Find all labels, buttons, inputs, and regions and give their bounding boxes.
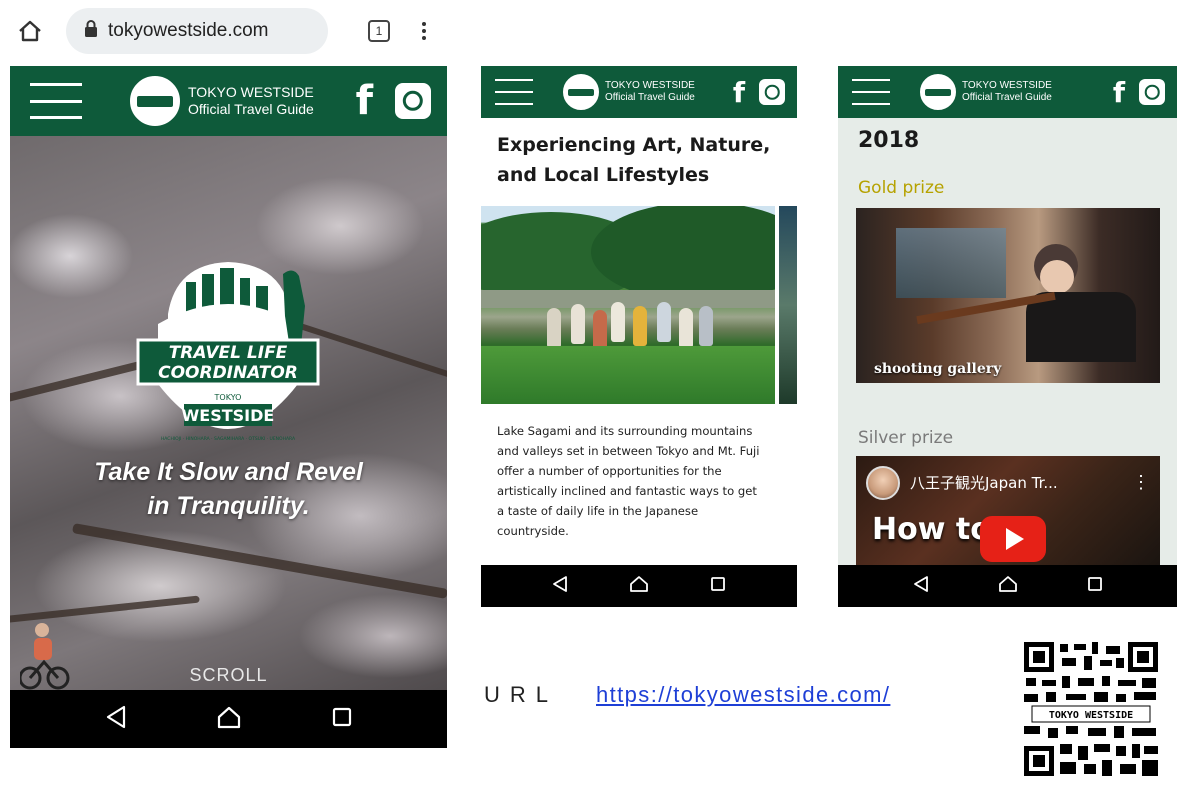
site-brand[interactable]: TOKYO WESTSIDE Official Travel Guide (563, 74, 695, 110)
site-url-link[interactable]: https://tokyowestside.com/ (596, 682, 890, 708)
gold-prize-caption: shooting gallery (874, 361, 1002, 377)
back-triangle-icon[interactable] (552, 575, 568, 598)
browser-toolbar: tokyowestside.com 1 (10, 2, 447, 60)
address-text: tokyowestside.com (108, 20, 269, 41)
qr-code[interactable]: TOKYO WESTSIDE (1022, 640, 1160, 778)
url-label: URL (484, 682, 559, 707)
site-logo-icon (130, 76, 180, 126)
lock-icon (84, 19, 98, 43)
video-title[interactable]: 八王子観光Japan Tr... (910, 472, 1058, 493)
logo-text-line2: COORDINATOR (158, 363, 298, 383)
logo-text-line1: TRAVEL LIFE (169, 343, 288, 363)
tabs-icon[interactable]: 1 (368, 20, 390, 42)
gold-prize-label: Gold prize (858, 178, 945, 198)
recents-square-icon[interactable] (710, 576, 726, 597)
article-title: Experiencing Art, Nature, and Local Life… (497, 134, 771, 187)
silver-prize-video[interactable]: 八王子観光Japan Tr... ⋮ How to t (856, 456, 1160, 566)
site-logo-icon (563, 74, 599, 110)
android-navbar (481, 565, 797, 607)
site-logo-icon (920, 74, 956, 110)
address-bar[interactable]: tokyowestside.com (66, 8, 328, 54)
brand-subtitle: Official Travel Guide (962, 92, 1052, 103)
logo-text-tokyo: TOKYO (214, 393, 242, 402)
brand-subtitle: Official Travel Guide (605, 92, 695, 103)
android-navbar (10, 690, 447, 748)
site-brand[interactable]: TOKYO WESTSIDE Official Travel Guide (920, 74, 1052, 110)
nav-home-icon[interactable] (629, 575, 649, 598)
brand-name: TOKYO WESTSIDE (962, 80, 1052, 91)
travel-life-coordinator-logo: TRAVEL LIFE COORDINATOR TOKYO WESTSIDE H… (136, 262, 320, 442)
facebook-icon[interactable]: f (356, 78, 373, 124)
back-triangle-icon[interactable] (105, 705, 127, 734)
android-navbar (838, 565, 1177, 607)
qr-center-label: TOKYO WESTSIDE (1049, 710, 1133, 721)
instagram-icon[interactable] (1139, 79, 1165, 105)
hamburger-menu-icon[interactable] (852, 79, 890, 105)
facebook-icon[interactable]: f (733, 76, 745, 109)
silver-prize-label: Silver prize (858, 428, 954, 448)
hamburger-menu-icon[interactable] (495, 79, 533, 105)
hero-section: TRAVEL LIFE COORDINATOR TOKYO WESTSIDE H… (10, 136, 447, 690)
nav-home-icon[interactable] (998, 575, 1018, 598)
facebook-icon[interactable]: f (1113, 76, 1125, 109)
instagram-icon[interactable] (395, 83, 431, 119)
play-icon[interactable] (980, 516, 1046, 562)
awards-year: 2018 (858, 128, 920, 153)
article-body: Lake Sagami and its surrounding mountain… (497, 424, 760, 538)
kebab-menu-icon[interactable] (422, 22, 426, 40)
video-menu-icon[interactable]: ⋮ (1132, 472, 1150, 493)
logo-text-westside: WESTSIDE (182, 406, 275, 425)
gold-prize-photo[interactable]: shooting gallery (856, 208, 1160, 383)
home-icon[interactable] (10, 18, 50, 44)
back-triangle-icon[interactable] (913, 575, 929, 598)
article-photo-next[interactable] (779, 206, 797, 404)
brand-name: TOKYO WESTSIDE (605, 80, 695, 91)
channel-avatar[interactable] (866, 466, 900, 500)
phone-screen-awards: TOKYO WESTSIDE Official Travel Guide f 2… (838, 66, 1177, 607)
logo-text-arc: HACHIOJI · HINOHARA · SAGAMIHARA · OTSUK… (161, 436, 296, 442)
site-header: TOKYO WESTSIDE Official Travel Guide f (10, 66, 447, 136)
site-header: TOKYO WESTSIDE Official Travel Guide f (481, 66, 797, 118)
recents-square-icon[interactable] (331, 706, 353, 733)
site-brand[interactable]: TOKYO WESTSIDE Official Travel Guide (130, 76, 314, 126)
recents-square-icon[interactable] (1087, 576, 1103, 597)
scroll-indicator[interactable]: SCROLL (10, 665, 447, 686)
phone-screen-home: TOKYO WESTSIDE Official Travel Guide f T… (10, 66, 447, 748)
brand-name: TOKYO WESTSIDE (188, 84, 314, 101)
hamburger-menu-icon[interactable] (30, 83, 82, 119)
brand-subtitle: Official Travel Guide (188, 101, 314, 117)
site-header: TOKYO WESTSIDE Official Travel Guide f (838, 66, 1177, 118)
instagram-icon[interactable] (759, 79, 785, 105)
hero-tagline: Take It Slow and Revel in Tranquility. (94, 458, 363, 520)
article-photo[interactable] (481, 206, 775, 404)
nav-home-icon[interactable] (216, 705, 242, 734)
phone-screen-article: TOKYO WESTSIDE Official Travel Guide f E… (481, 66, 797, 607)
